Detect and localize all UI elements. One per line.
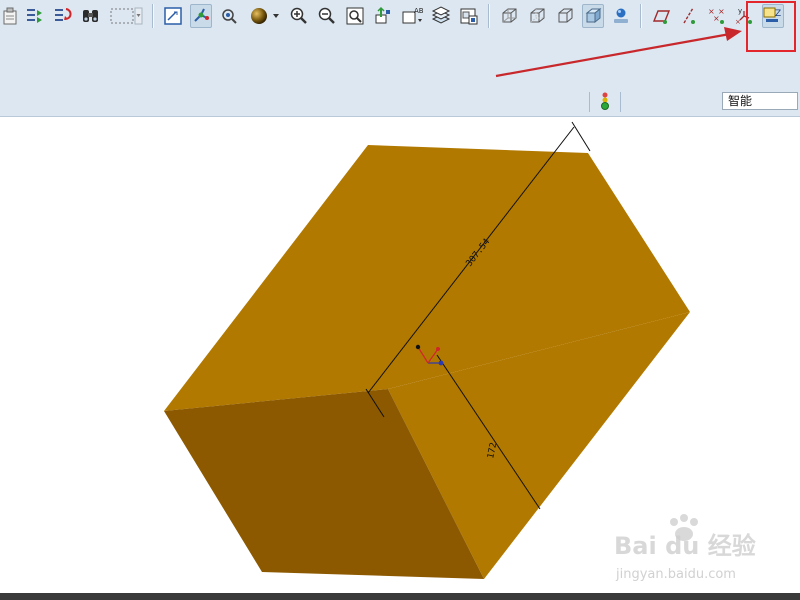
model-tree-display-icon[interactable] [610,4,632,28]
reorient-icon[interactable] [372,4,394,28]
svg-text:Bai du 经验: Bai du 经验 [614,532,756,560]
shading-icon[interactable] [582,4,604,28]
wireframe-icon[interactable] [498,4,520,28]
layers-icon[interactable] [430,4,452,28]
toolbar: AB × × × y × Z 智能 [0,0,800,117]
svg-text:×: × [713,14,720,23]
toolbar-separator [488,4,489,28]
spin-center-icon[interactable] [190,4,212,28]
highlight-box [746,1,796,52]
redraw-icon[interactable] [162,4,184,28]
no-hidden-icon[interactable] [554,4,576,28]
toolbar-separator [640,4,641,28]
toolbar-separator [620,92,621,112]
svg-text:×: × [735,18,741,26]
baidu-watermark: Bai du 经验 jingyan.baidu.com [614,514,756,582]
toolbar-separator [152,4,153,28]
regenerate-icon[interactable] [52,4,74,28]
datum-axis-display-icon[interactable] [678,4,700,28]
status-light-icon [601,92,609,110]
copy-regenerate-icon[interactable] [24,4,46,28]
find-icon[interactable] [80,4,102,28]
paste-icon[interactable] [0,4,22,28]
annotation-display-icon[interactable]: AB [400,4,426,28]
svg-text:jingyan.baidu.com: jingyan.baidu.com [615,567,736,582]
zoom-out-icon[interactable] [316,4,338,28]
bottom-bar [0,593,800,600]
appearance-sphere-icon[interactable] [246,4,282,28]
hidden-line-icon[interactable] [526,4,548,28]
zoom-in-icon[interactable] [288,4,310,28]
datum-point-display-icon[interactable]: × × × [706,4,728,28]
selection-filter-dropdown[interactable]: 智能 [722,92,798,110]
svg-text:AB: AB [414,7,424,15]
select-box-icon[interactable] [108,4,144,28]
refit-icon[interactable] [344,4,366,28]
datum-plane-display-icon[interactable] [650,4,672,28]
svg-text:y: y [738,7,742,15]
orient-mode-icon[interactable] [218,4,240,28]
saved-views-icon[interactable] [458,4,480,28]
toolbar-separator [589,92,590,112]
